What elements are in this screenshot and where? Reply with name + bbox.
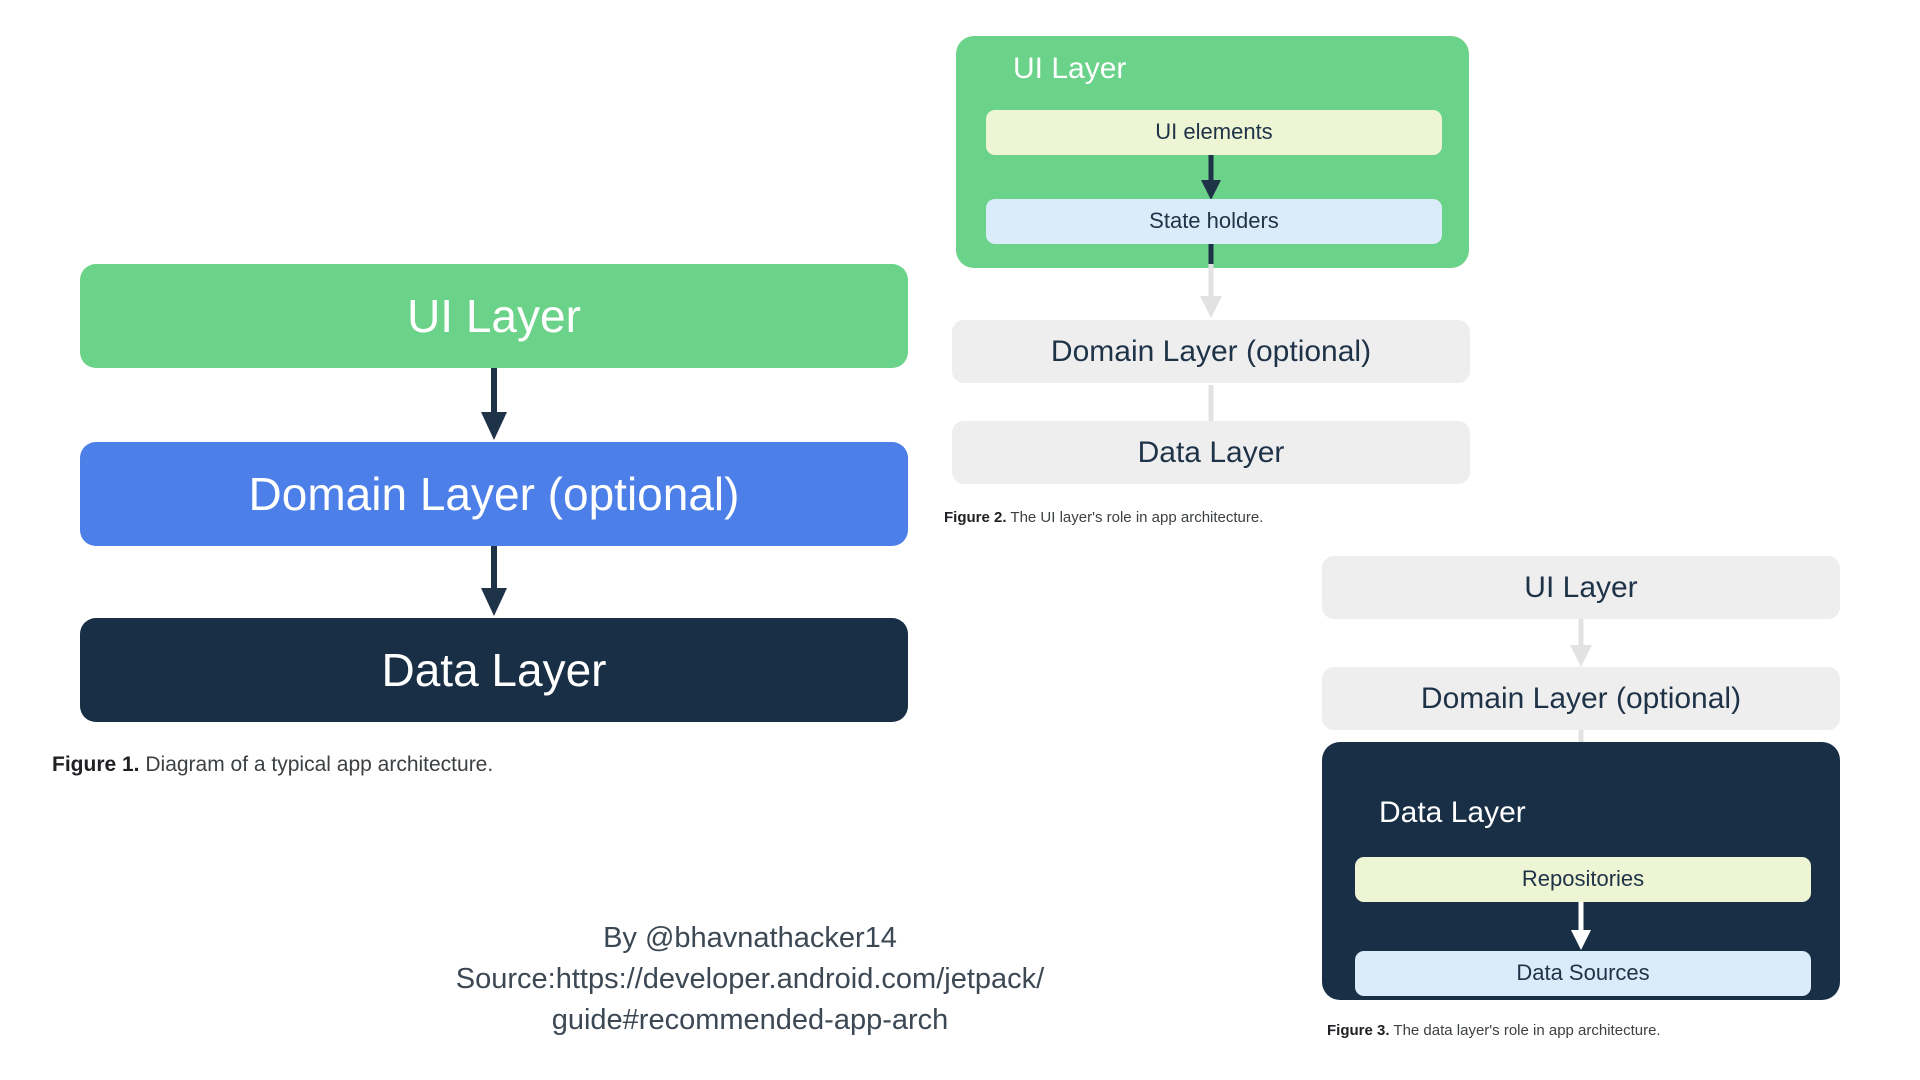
fig2-caption-text: The UI layer's role in app architecture. <box>1006 509 1264 526</box>
fig1-arrow-domain-to-data <box>481 546 507 616</box>
fig3-repositories-box: Repositories <box>1355 857 1811 902</box>
fig2-domain-layer-box: Domain Layer (optional) <box>952 320 1470 383</box>
fig2-caption: Figure 2. The UI layer's role in app arc… <box>944 509 1263 526</box>
fig1-caption-label: Figure 1. <box>52 753 140 776</box>
fig3-arrow-repositories-to-datasources <box>1571 902 1591 950</box>
attribution-author: By @bhavnathacker14 <box>603 922 897 954</box>
fig3-domain-layer-box: Domain Layer (optional) <box>1322 667 1840 730</box>
fig1-data-layer-box: Data Layer <box>80 618 908 722</box>
attribution-source-line2: guide#recommended-app-arch <box>551 1004 949 1037</box>
fig3-arrow-ui-to-domain <box>1570 619 1592 667</box>
fig3-caption-label: Figure 3. <box>1327 1022 1390 1039</box>
fig1-ui-layer-box: UI Layer <box>80 264 908 368</box>
fig2-panel-title: UI Layer <box>1013 52 1127 85</box>
fig3-caption: Figure 3. The data layer's role in app a… <box>1327 1022 1661 1039</box>
fig3-data-sources-box: Data Sources <box>1355 951 1811 996</box>
fig2-ui-elements-box: UI elements <box>986 110 1442 155</box>
fig2-arrow-ui-to-domain <box>1200 244 1222 318</box>
fig2-caption-label: Figure 2. <box>944 509 1007 526</box>
fig1-caption-text: Diagram of a typical app architecture. <box>139 753 494 776</box>
fig1-caption: Figure 1. Diagram of a typical app archi… <box>52 753 493 777</box>
fig2-arrow-uielements-to-stateholders <box>1201 155 1221 200</box>
fig1-arrow-ui-to-domain <box>481 368 507 440</box>
attribution-source-line1: Source:https://developer.android.com/jet… <box>455 963 1045 996</box>
fig3-ui-layer-box: UI Layer <box>1322 556 1840 619</box>
attribution-block: By @bhavnathacker14 Source:https://devel… <box>390 918 1110 1042</box>
fig3-caption-text: The data layer's role in app architectur… <box>1389 1022 1661 1039</box>
diagram-canvas: UI Layer Domain Layer (optional) Data La… <box>0 0 1920 1080</box>
fig2-data-layer-box: Data Layer <box>952 421 1470 484</box>
fig2-state-holders-box: State holders <box>986 199 1442 244</box>
fig1-domain-layer-box: Domain Layer (optional) <box>80 442 908 546</box>
fig3-panel-title: Data Layer <box>1379 796 1526 829</box>
